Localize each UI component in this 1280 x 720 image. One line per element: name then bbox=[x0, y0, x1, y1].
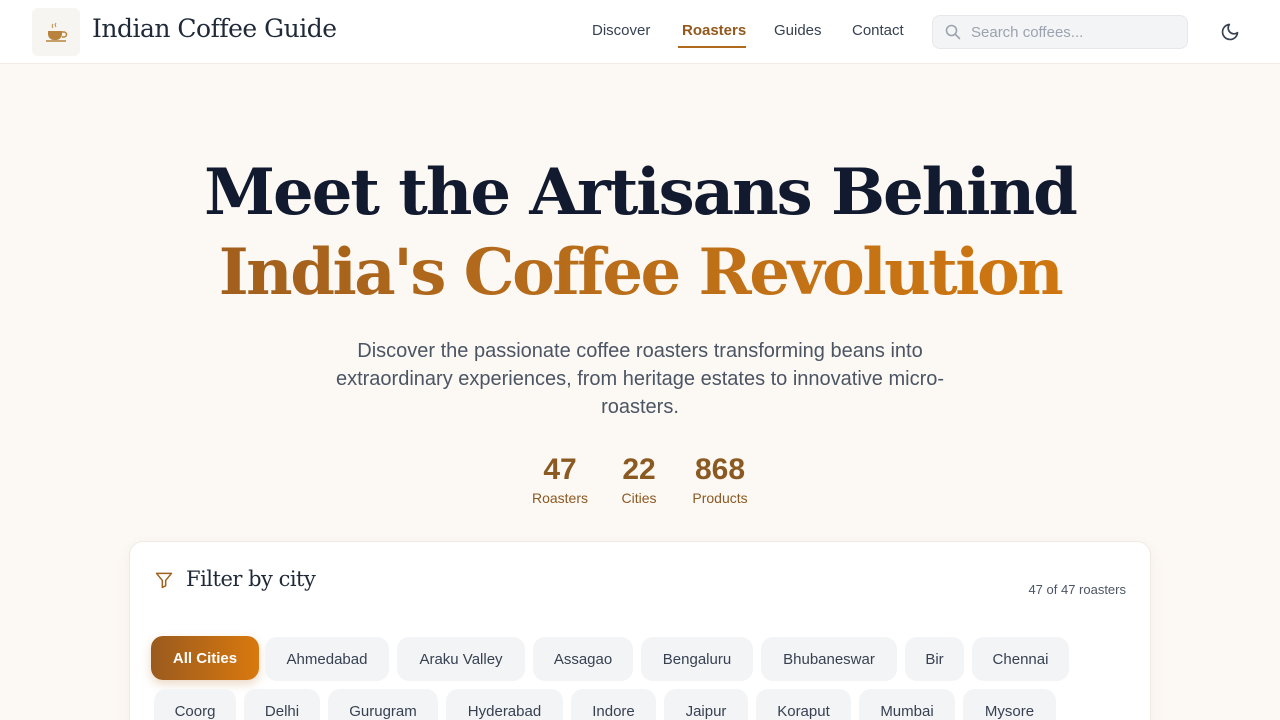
city-chip[interactable]: Bhubaneswar bbox=[761, 637, 897, 681]
city-chip[interactable]: Hyderabad bbox=[446, 689, 563, 720]
city-chip[interactable]: Bir bbox=[905, 637, 964, 681]
logo[interactable] bbox=[32, 8, 80, 56]
theme-toggle-button[interactable] bbox=[1216, 18, 1244, 46]
roaster-count: 47 of 47 roasters bbox=[1028, 582, 1126, 597]
city-chip[interactable]: Coorg bbox=[154, 689, 236, 720]
nav-guides[interactable]: Guides bbox=[774, 22, 822, 39]
site-title[interactable]: Indian Coffee Guide bbox=[92, 14, 337, 43]
active-nav-indicator bbox=[678, 46, 746, 48]
city-filter-card: Filter by city 47 of 47 roasters All Cit… bbox=[129, 541, 1151, 720]
moon-icon bbox=[1221, 23, 1239, 41]
stat-cities: 22 Cities bbox=[612, 452, 666, 506]
city-chip[interactable]: Araku Valley bbox=[397, 637, 525, 681]
stat-value: 22 bbox=[622, 453, 656, 486]
city-chip[interactable]: Bengaluru bbox=[641, 637, 753, 681]
hero-title-line1: Meet the Artisans Behind bbox=[204, 155, 1078, 230]
stat-label: Roasters bbox=[531, 490, 589, 506]
stat-roasters: 47 Roasters bbox=[524, 452, 596, 506]
city-chip[interactable]: Ahmedabad bbox=[265, 637, 389, 681]
nav-discover[interactable]: Discover bbox=[592, 22, 650, 39]
stat-label: Products bbox=[692, 490, 748, 506]
search-input[interactable] bbox=[971, 23, 1171, 41]
hero-description: Discover the passionate coffee roasters … bbox=[335, 340, 945, 418]
filter-icon bbox=[155, 572, 173, 589]
filter-title: Filter by city bbox=[186, 567, 316, 591]
nav-roasters[interactable]: Roasters bbox=[682, 22, 746, 39]
stat-products: 868 Products bbox=[684, 452, 756, 506]
city-chip[interactable]: Mumbai bbox=[859, 689, 955, 720]
city-chip[interactable]: Jaipur bbox=[664, 689, 748, 720]
city-chip[interactable]: Indore bbox=[571, 689, 656, 720]
site-header: Indian Coffee Guide Discover Roasters Gu… bbox=[0, 0, 1280, 64]
city-chip-all[interactable]: All Cities bbox=[151, 636, 259, 680]
city-chip[interactable]: Koraput bbox=[756, 689, 851, 720]
city-chip[interactable]: Assagao bbox=[533, 637, 633, 681]
city-chip[interactable]: Gurugram bbox=[328, 689, 438, 720]
hero-title-line2: India's Coffee Revolution bbox=[0, 235, 1280, 310]
city-chip[interactable]: Mysore bbox=[963, 689, 1056, 720]
nav-contact[interactable]: Contact bbox=[852, 22, 904, 39]
coffee-cup-icon bbox=[46, 22, 68, 42]
stat-label: Cities bbox=[621, 490, 657, 506]
city-chip[interactable]: Delhi bbox=[244, 689, 320, 720]
search-icon bbox=[945, 24, 961, 40]
stat-value: 47 bbox=[543, 453, 577, 486]
stat-value: 868 bbox=[694, 453, 746, 486]
city-chip[interactable]: Chennai bbox=[972, 637, 1069, 681]
search-box[interactable] bbox=[932, 15, 1188, 49]
